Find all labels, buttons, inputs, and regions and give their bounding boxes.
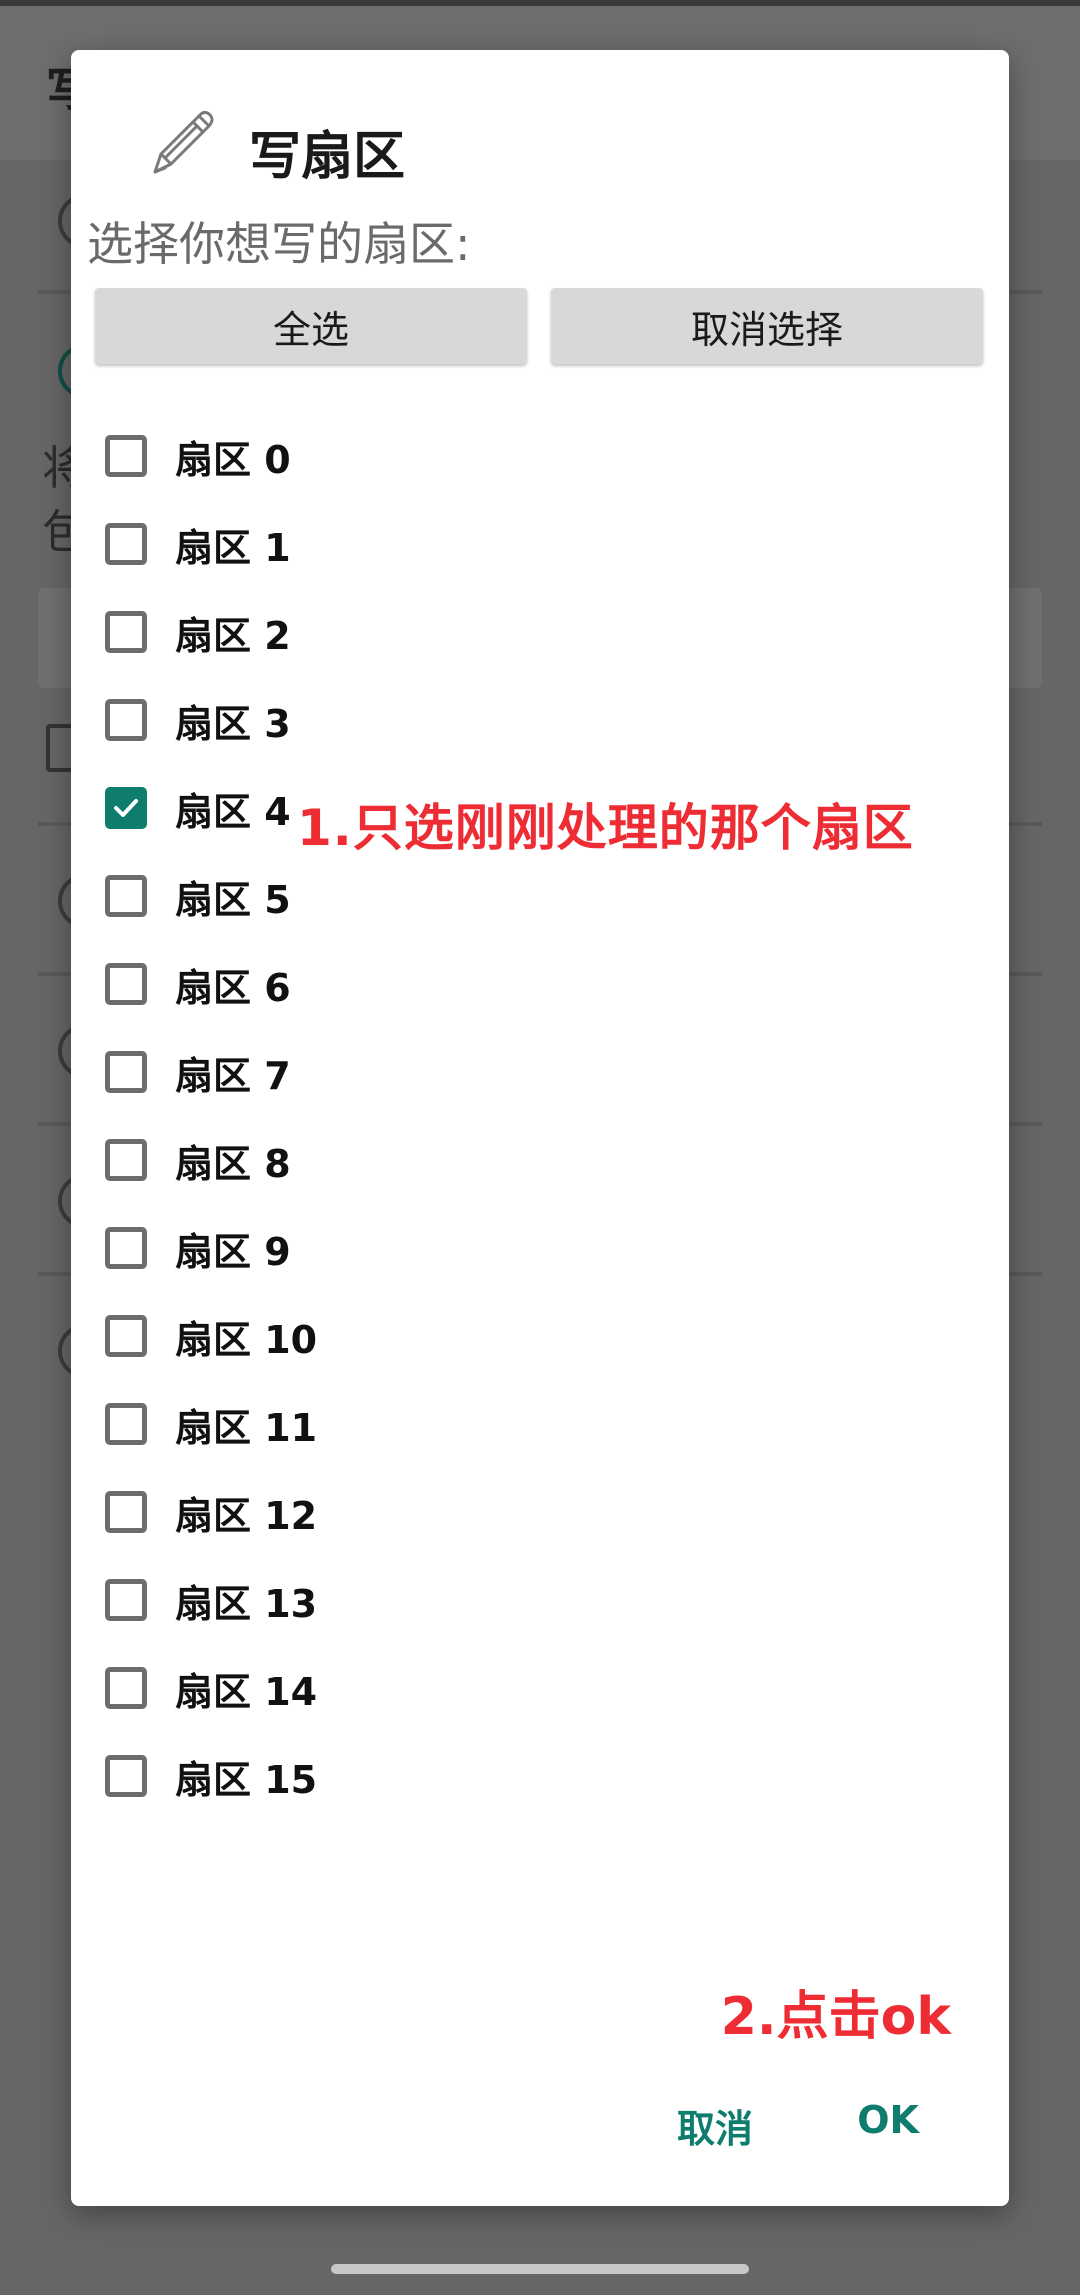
sector-checkbox[interactable] xyxy=(105,1667,147,1709)
checkmark-icon xyxy=(114,799,138,817)
deselect-all-button[interactable]: 取消选择 xyxy=(551,288,983,364)
sector-item[interactable]: 扇区 1 xyxy=(71,500,571,588)
sector-checkbox[interactable] xyxy=(105,1755,147,1797)
write-sector-dialog: 写扇区 选择你想写的扇区: 全选 取消选择 扇区 0 扇区 1 扇区 2 扇区 3 扇区… xyxy=(71,50,1009,2206)
sector-label: 扇区 14 xyxy=(175,1669,318,1714)
sector-label: 扇区 8 xyxy=(175,1141,291,1186)
sector-item[interactable]: 扇区 13 xyxy=(71,1556,571,1644)
annotation-step2: 2.点击ok xyxy=(720,1987,951,2047)
sector-label: 扇区 7 xyxy=(175,1053,291,1098)
sector-label: 扇区 12 xyxy=(175,1493,318,1538)
sector-checkbox[interactable] xyxy=(105,1315,147,1357)
sector-item[interactable]: 扇区 8 xyxy=(71,1116,571,1204)
sector-label: 扇区 6 xyxy=(175,965,291,1010)
sector-checkbox[interactable] xyxy=(105,435,147,477)
pencil-icon xyxy=(153,110,214,174)
sector-item[interactable]: 扇区 0 xyxy=(71,412,571,500)
sector-label: 扇区 10 xyxy=(175,1317,318,1362)
sector-item[interactable]: 扇区 11 xyxy=(71,1380,571,1468)
sector-checkbox[interactable] xyxy=(105,1051,147,1093)
sector-label: 扇区 5 xyxy=(175,877,291,922)
sector-label: 扇区 9 xyxy=(175,1229,291,1274)
sector-label: 扇区 15 xyxy=(175,1757,318,1802)
sector-label: 扇区 4 xyxy=(175,789,291,834)
dialog-title: 写扇区 xyxy=(249,127,406,187)
cancel-button[interactable]: 取消 xyxy=(677,2098,753,2153)
annotation-step1: 1.只选刚刚处理的那个扇区 xyxy=(297,799,914,857)
sector-checkbox[interactable] xyxy=(105,963,147,1005)
sector-checkbox[interactable] xyxy=(105,523,147,565)
sector-checkbox[interactable] xyxy=(105,1579,147,1621)
ok-button[interactable]: OK xyxy=(857,2098,919,2142)
sector-item[interactable]: 扇区 12 xyxy=(71,1468,571,1556)
sector-label: 扇区 0 xyxy=(175,437,291,482)
sector-label: 扇区 11 xyxy=(175,1405,318,1450)
home-indicator[interactable] xyxy=(331,2264,749,2274)
sector-item[interactable]: 扇区 7 xyxy=(71,1028,571,1116)
sector-checkbox[interactable] xyxy=(105,875,147,917)
sector-item[interactable]: 扇区 9 xyxy=(71,1204,571,1292)
select-all-button[interactable]: 全选 xyxy=(95,288,527,364)
sector-checkbox[interactable] xyxy=(105,1139,147,1181)
sector-item[interactable]: 扇区 2 xyxy=(71,588,571,676)
dialog-header: 写扇区 xyxy=(71,50,1009,200)
sector-item[interactable]: 扇区 14 xyxy=(71,1644,571,1732)
sector-item[interactable]: 扇区 15 xyxy=(71,1732,571,1820)
sector-checkbox[interactable] xyxy=(105,787,147,829)
dialog-subtitle: 选择你想写的扇区: xyxy=(87,217,471,271)
sector-checkbox[interactable] xyxy=(105,611,147,653)
sector-item[interactable]: 扇区 6 xyxy=(71,940,571,1028)
sector-item[interactable]: 扇区 5 xyxy=(71,852,571,940)
sector-checkbox[interactable] xyxy=(105,1227,147,1269)
sector-label: 扇区 3 xyxy=(175,701,291,746)
sector-item[interactable]: 扇区 10 xyxy=(71,1292,571,1380)
dialog-actions: 取消 OK xyxy=(71,2090,1009,2170)
sector-checkbox[interactable] xyxy=(105,1491,147,1533)
sector-checkbox[interactable] xyxy=(105,1403,147,1445)
sector-item[interactable]: 扇区 3 xyxy=(71,676,571,764)
sector-label: 扇区 13 xyxy=(175,1581,318,1626)
sector-checkbox[interactable] xyxy=(105,699,147,741)
sector-label: 扇区 1 xyxy=(175,525,291,570)
sector-label: 扇区 2 xyxy=(175,613,291,658)
